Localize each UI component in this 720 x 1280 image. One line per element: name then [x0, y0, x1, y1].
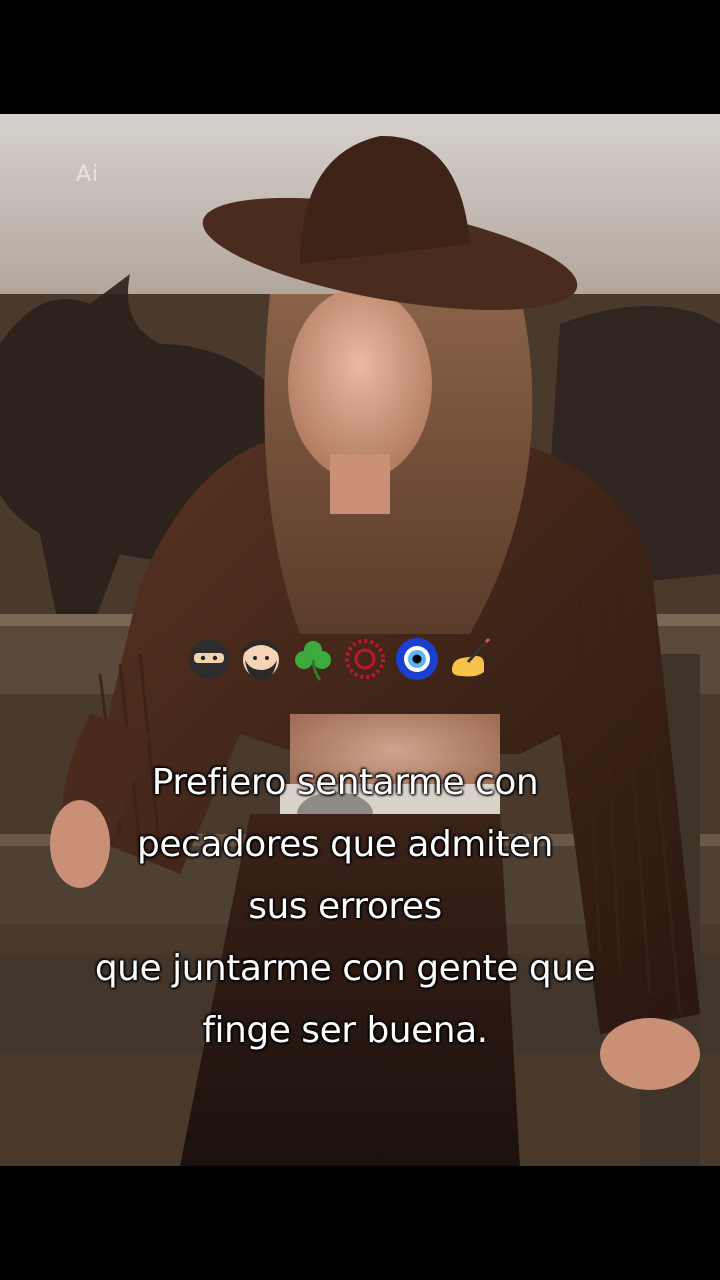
emoji-row — [186, 633, 492, 685]
red-circle-icon — [342, 636, 388, 682]
shamrock-icon — [290, 636, 336, 682]
caption-line: finge ser buena. — [202, 1010, 488, 1051]
bearded-man-icon — [238, 636, 284, 682]
caption-line: que juntarme con gente que — [94, 948, 596, 989]
nazar-amulet-icon — [394, 636, 440, 682]
caption-text: Prefiero sentarme con pecadores que admi… — [30, 752, 660, 1062]
writing-hand-icon — [446, 636, 492, 682]
caption-line: Prefiero sentarme con — [151, 762, 539, 803]
caption-line: pecadores que admiten — [137, 824, 553, 865]
video-frame: Ai Prefiero sentarme con pecadores que a… — [0, 0, 720, 1280]
ai-watermark: Ai — [76, 162, 100, 187]
ninja-icon — [186, 636, 232, 682]
caption-line: sus errores — [248, 886, 442, 927]
